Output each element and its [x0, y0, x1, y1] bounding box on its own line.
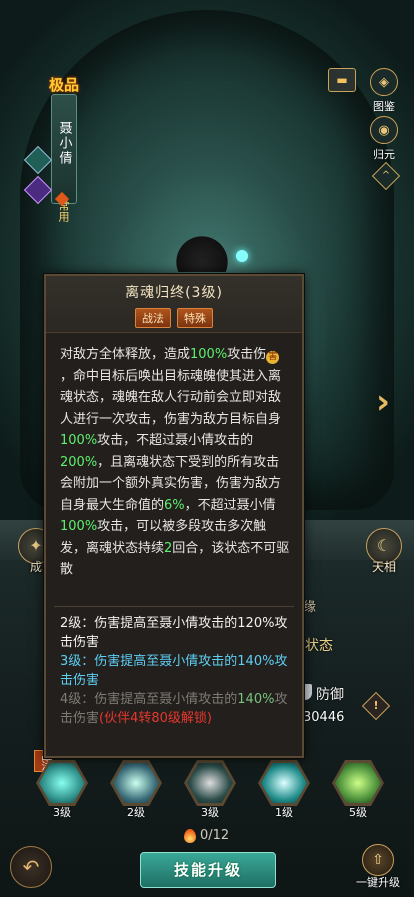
cost-value: 0/12: [200, 828, 230, 843]
album-button[interactable]: ◈ 图鉴: [364, 68, 404, 114]
character-name: 聂小倩: [56, 121, 72, 166]
defense-value: 30446: [303, 710, 345, 725]
defense-label: 防御: [316, 687, 344, 703]
skill-level: 3级: [201, 806, 219, 819]
skill-level: 5级: [349, 806, 367, 819]
chest-icon[interactable]: ▬: [328, 68, 356, 92]
level-effects: 2级：伤害提高至聂小倩攻击的120%攻击伤害 3级：伤害提高至聂小倩攻击的140…: [60, 614, 296, 728]
skill-icon-5: [335, 763, 381, 803]
one-click-upgrade-button[interactable]: ⇧ 一键升级: [350, 844, 406, 890]
upgrade-arrows-icon: ⇧: [362, 844, 394, 876]
level-3-effect: 3级：伤害提高至聂小倩攻击的140%攻击伤害: [60, 654, 288, 688]
album-label: 图鉴: [373, 100, 395, 113]
bg-fate-text: 缘: [303, 600, 317, 615]
return-label: 归元: [373, 148, 395, 161]
skill-tag: 特殊: [177, 308, 213, 328]
skill-icon-1: [39, 763, 85, 803]
skill-level: 3级: [53, 806, 71, 819]
spirit-glow-icon: [236, 250, 248, 262]
skill-tooltip: 离魂归终(3级) 战法 特殊 对敌方全体释放，造成100%攻击伤 害，命中目标后唤…: [44, 274, 304, 758]
skill-row: 战法 3级 2级 3级 1级 5级: [30, 750, 390, 820]
skill-icon-3: [187, 763, 233, 803]
skill-title: 离魂归终(3级): [125, 285, 223, 301]
tooltip-divider: [54, 606, 294, 607]
level-2-effect: 2级：伤害提高至聂小倩攻击的120%攻击伤害: [60, 616, 288, 650]
skill-tags: 战法 特殊: [46, 308, 302, 328]
flame-icon: [184, 828, 196, 843]
back-arrow-icon: ↶: [22, 855, 40, 879]
character-name-banner[interactable]: 聂小倩: [51, 94, 77, 204]
album-icon: ◈: [370, 68, 398, 96]
bg-status-text: 状态: [305, 638, 333, 654]
character-sprite: [172, 232, 232, 272]
tianxiang-label: 天相: [371, 560, 396, 574]
chevron-up-icon: ^: [381, 170, 391, 181]
upgrade-cost: 0/12: [184, 828, 229, 843]
skill-tag: 战法: [135, 308, 171, 328]
return-button[interactable]: ◉ 归元: [364, 116, 404, 162]
skill-level: 1级: [275, 806, 293, 819]
skill-icon-4: [261, 763, 307, 803]
return-icon: ◉: [370, 116, 398, 144]
damage-icon: 害: [266, 351, 280, 364]
next-arrow-icon[interactable]: ›: [376, 382, 390, 422]
skill-slot-1[interactable]: 战法 3级: [34, 750, 88, 819]
back-button[interactable]: ↶: [10, 846, 52, 888]
skill-slot-4[interactable]: 1级: [258, 760, 310, 819]
grade-label: 极品: [48, 76, 79, 94]
level-4-effect: 4级：伤害提高至聂小倩攻击的140%攻击伤害(伙伴4转80级解锁): [60, 692, 288, 726]
skill-icon-2: [113, 763, 159, 803]
exclamation-icon: !: [373, 699, 379, 712]
one-click-upgrade-label: 一键升级: [356, 876, 400, 889]
skill-level: 2级: [127, 806, 145, 819]
skill-slot-5[interactable]: 5级: [332, 760, 384, 819]
skill-description: 对敌方全体释放，造成100%攻击伤 害，命中目标后唤出目标魂魄使其进入离魂状态，魂…: [60, 347, 290, 577]
common-tag[interactable]: 常用: [55, 200, 71, 222]
tianxiang-button[interactable]: ☾ 天相: [364, 528, 404, 575]
skill-slot-3[interactable]: 3级: [184, 760, 236, 819]
skill-slot-2[interactable]: 2级: [110, 760, 162, 819]
skill-upgrade-button[interactable]: 技能升级: [140, 852, 276, 888]
